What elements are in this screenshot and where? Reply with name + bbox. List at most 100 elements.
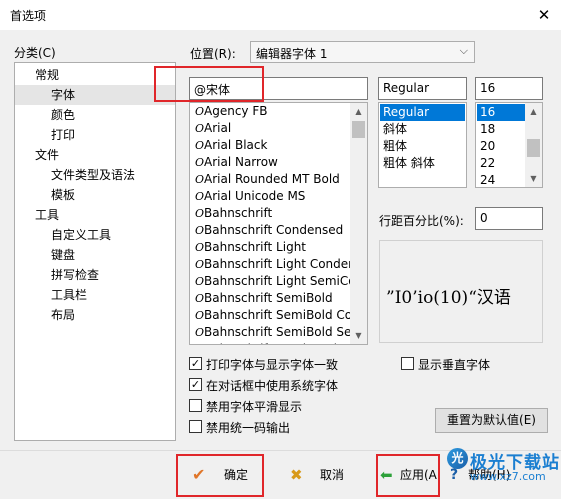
font-name: Bahnschrift SemiCond: [204, 342, 337, 344]
font-name: Bahnschrift SemiBold Co: [204, 308, 353, 322]
font-name: Bahnschrift Light: [204, 240, 306, 254]
opentype-icon: O: [195, 258, 205, 271]
close-icon[interactable]: ✕: [531, 2, 557, 28]
font-list-item[interactable]: OArial Unicode MS: [190, 188, 305, 205]
opentype-icon: O: [195, 156, 205, 169]
size-list-item[interactable]: 20: [477, 138, 525, 155]
size-list-item[interactable]: 18: [477, 121, 525, 138]
opentype-icon: O: [195, 207, 205, 220]
font-list-item[interactable]: OBahnschrift Light SemiCo: [190, 273, 356, 290]
tree-item[interactable]: 布局: [51, 305, 79, 325]
size-input[interactable]: 16: [475, 77, 543, 100]
tree-item[interactable]: 字体: [15, 85, 175, 105]
font-list-item[interactable]: OBahnschrift Condensed: [190, 222, 343, 239]
opentype-icon: O: [195, 122, 205, 135]
preview-text: ”I0’io(10)“汉语: [386, 288, 511, 308]
tree-item[interactable]: 工具栏: [51, 285, 91, 305]
size-list-item[interactable]: 22: [477, 155, 525, 172]
opentype-icon: O: [195, 190, 205, 203]
chevron-down-icon[interactable]: ⌵: [460, 44, 468, 58]
opentype-icon: O: [195, 292, 205, 305]
tree-item[interactable]: 文件: [35, 145, 63, 165]
font-name: Arial: [204, 121, 232, 135]
font-list-item[interactable]: OBahnschrift SemiBold Se: [190, 324, 351, 341]
tree-item[interactable]: 拼写检查: [51, 265, 103, 285]
scroll-up-icon[interactable]: ▲: [525, 103, 542, 120]
font-name: Bahnschrift Light Conden: [204, 257, 356, 271]
highlight-ok: [176, 454, 264, 497]
font-name: Bahnschrift Light SemiCo: [204, 274, 356, 288]
font-list[interactable]: OBahnschrift SemiCondOBahnschrift SemiBo…: [189, 102, 368, 345]
size-list[interactable]: 24 22 20 18 16 ▲ ▼: [475, 102, 543, 188]
font-list-item[interactable]: OBahnschrift Light: [190, 239, 306, 256]
scroll-up-icon[interactable]: ▲: [350, 103, 367, 120]
watermark-url: www.xz7.com: [470, 470, 546, 483]
x-icon: ✖: [290, 466, 303, 484]
font-name: Arial Unicode MS: [204, 189, 306, 203]
font-preview: ”I0’io(10)“汉语: [379, 240, 543, 343]
font-list-item[interactable]: OBahnschrift Light Conden: [190, 256, 356, 273]
highlight-apply: [376, 454, 440, 497]
line-spacing-label: 行距百分比(%):: [379, 214, 464, 228]
location-value: 编辑器字体 1: [256, 47, 328, 61]
style-list-item[interactable]: 粗体: [380, 138, 465, 155]
font-list-item[interactable]: OArial: [190, 120, 231, 137]
watermark-logo-icon: 光: [447, 448, 468, 469]
reset-default-button[interactable]: 重置为默认值(E): [435, 408, 548, 433]
no-smooth-label: 禁用字体平滑显示: [206, 400, 303, 414]
system-font-label: 在对话框中使用系统字体: [206, 379, 339, 393]
tree-item[interactable]: 常规: [35, 65, 63, 85]
tree-item[interactable]: 键盘: [51, 245, 79, 265]
highlight-font-input: [154, 66, 264, 102]
scroll-thumb[interactable]: [527, 139, 540, 157]
style-list-item[interactable]: Regular: [380, 104, 465, 121]
tree-item[interactable]: 颜色: [51, 105, 79, 125]
font-name: Bahnschrift SemiBold Se: [204, 325, 352, 339]
print-same-checkbox[interactable]: ✓: [189, 357, 202, 370]
font-list-item[interactable]: OBahnschrift SemiBold: [190, 290, 333, 307]
tree-item[interactable]: 自定义工具: [51, 225, 115, 245]
system-font-checkbox[interactable]: ✓: [189, 378, 202, 391]
opentype-icon: O: [195, 173, 205, 186]
style-list-item[interactable]: 粗体 斜体: [380, 155, 465, 172]
tree-item[interactable]: 工具: [35, 205, 63, 225]
size-list-scrollbar[interactable]: ▲ ▼: [525, 103, 542, 187]
vertical-font-checkbox[interactable]: [401, 357, 414, 370]
cancel-button[interactable]: ✖ 取消: [280, 456, 360, 496]
no-unicode-checkbox[interactable]: [189, 420, 202, 433]
font-name: Bahnschrift SemiBold: [204, 291, 333, 305]
size-list-item[interactable]: 16: [477, 104, 525, 121]
opentype-icon: O: [195, 275, 205, 288]
font-list-item[interactable]: OArial Rounded MT Bold: [190, 171, 340, 188]
no-smooth-checkbox[interactable]: [189, 399, 202, 412]
style-list[interactable]: Regular 斜体 粗体 粗体 斜体: [378, 102, 467, 188]
style-input[interactable]: Regular: [378, 77, 467, 100]
location-dropdown[interactable]: 编辑器字体 1 ⌵: [250, 41, 475, 63]
opentype-icon: O: [195, 241, 205, 254]
font-list-item[interactable]: OBahnschrift: [190, 205, 272, 222]
font-list-item[interactable]: OArial Narrow: [190, 154, 278, 171]
scroll-down-icon[interactable]: ▼: [350, 327, 367, 344]
font-list-item[interactable]: OArial Black: [190, 137, 267, 154]
font-list-item[interactable]: OBahnschrift SemiBold Co: [190, 307, 352, 324]
font-list-item[interactable]: OAgency FB: [190, 103, 267, 120]
scroll-down-icon[interactable]: ▼: [525, 170, 542, 187]
window-title: 首选项: [10, 9, 47, 23]
style-list-item[interactable]: 斜体: [380, 121, 465, 138]
opentype-icon: O: [190, 341, 204, 344]
no-unicode-label: 禁用统一码输出: [206, 421, 291, 435]
size-list-item[interactable]: 24: [477, 172, 525, 187]
tree-item[interactable]: 打印: [51, 125, 79, 145]
font-name: Arial Black: [204, 138, 268, 152]
opentype-icon: O: [195, 309, 205, 322]
font-list-scrollbar[interactable]: ▲ ▼: [350, 103, 367, 344]
tree-item[interactable]: 模板: [51, 185, 79, 205]
font-list-item[interactable]: OBahnschrift SemiCond: [190, 341, 337, 344]
scroll-thumb[interactable]: [352, 121, 365, 138]
line-spacing-input[interactable]: 0: [475, 207, 543, 230]
opentype-icon: O: [195, 105, 205, 118]
font-name: Arial Narrow: [204, 155, 278, 169]
tree-item[interactable]: 文件类型及语法: [51, 165, 139, 185]
category-tree[interactable]: 常规 字体 颜色 打印 文件 文件类型及语法 模板 工具 自定义工具 键盘 拼写检查 工具栏 布局: [14, 62, 176, 441]
print-same-label: 打印字体与显示字体一致: [206, 358, 339, 372]
